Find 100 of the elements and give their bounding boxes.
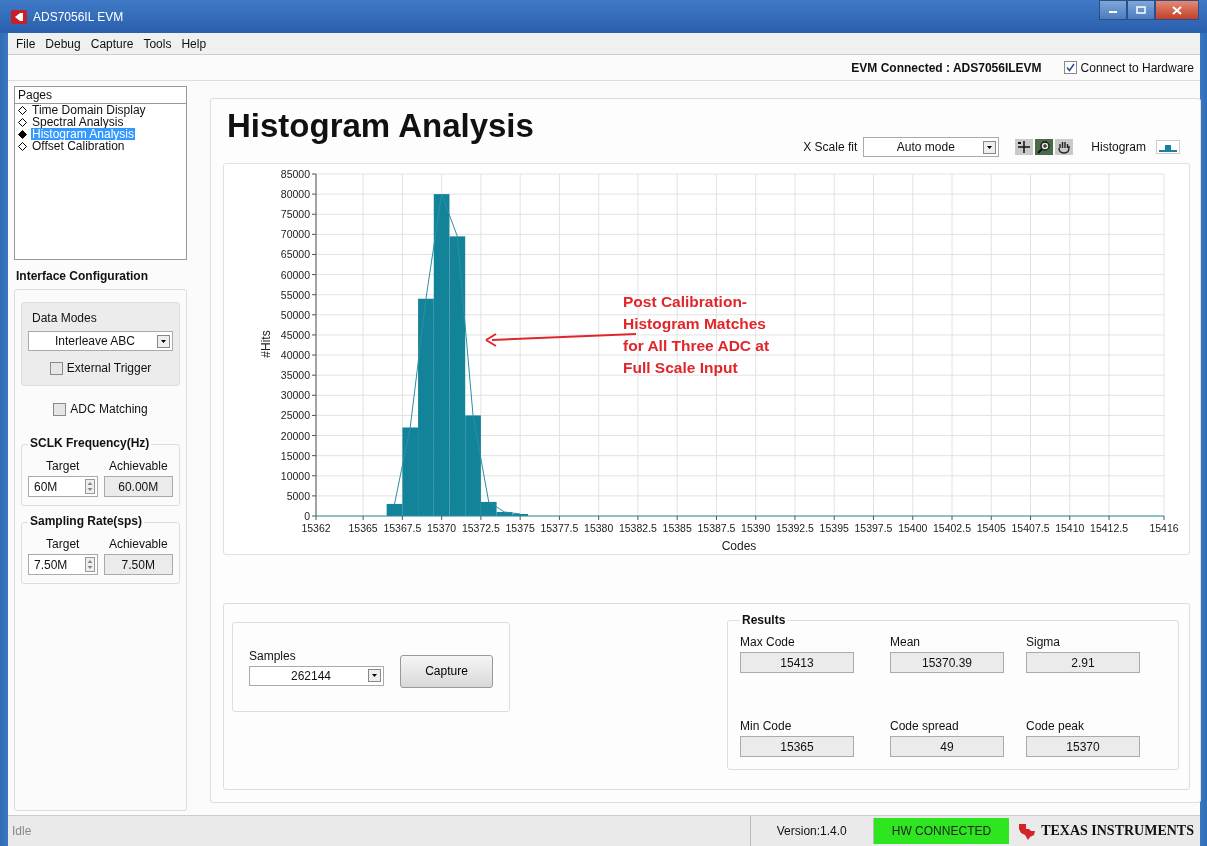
zoom-icon[interactable] xyxy=(1035,139,1054,155)
target-spinbox[interactable]: 60M xyxy=(28,476,98,497)
achievable-field: 60.00M xyxy=(103,476,173,497)
minimize-button[interactable] xyxy=(1099,0,1127,20)
group-title: Results xyxy=(740,613,788,627)
tick-label: 15387.5 xyxy=(697,522,736,534)
result-field: 15370.39 xyxy=(890,652,1004,673)
list-header: Pages xyxy=(15,87,186,104)
tick-label: 15416 xyxy=(1149,522,1179,534)
tick-label: 85000 xyxy=(280,168,310,180)
result-field: 15370 xyxy=(1026,736,1140,757)
close-icon xyxy=(1172,5,1182,15)
checkbox[interactable] xyxy=(49,361,63,375)
tick-label: 15365 xyxy=(348,522,378,534)
tick-label: 0 xyxy=(304,510,310,522)
page-title: Histogram Analysis xyxy=(227,107,534,145)
adc-matching-checkbox[interactable]: ADC Matching xyxy=(53,402,148,416)
capture-button[interactable]: Capture xyxy=(400,654,493,688)
x-scale-dropdown[interactable]: Auto mode xyxy=(863,137,1000,157)
tick-label: 55000 xyxy=(280,288,310,301)
axis-title: #Hits xyxy=(259,330,273,358)
tick-label: 15377.5 xyxy=(540,522,579,534)
field-label: X Scale fit xyxy=(803,140,858,154)
field-label: Sigma xyxy=(1026,635,1061,649)
group-title: SCLK Frequency(Hz) xyxy=(28,436,152,450)
tick-label: 15362 xyxy=(301,522,331,534)
field-label: Achievable xyxy=(107,537,169,551)
field-label: Code spread xyxy=(890,719,960,733)
version-text: Version:1.4.0 xyxy=(749,816,873,846)
result-field: 2.91 xyxy=(1026,652,1140,673)
field-label: Code peak xyxy=(1026,719,1086,733)
checkbox[interactable] xyxy=(1063,61,1077,74)
tick-label: 5000 xyxy=(286,489,310,502)
tick-label: 15407.5 xyxy=(1011,522,1050,534)
field-label: Target xyxy=(45,459,81,473)
tick-label: 15397.5 xyxy=(854,522,893,534)
tick-label: 15367.5 xyxy=(383,522,422,534)
tick-label: 15372.5 xyxy=(461,522,500,534)
menu-item[interactable]: Tools xyxy=(138,34,177,53)
app-icon xyxy=(11,9,27,24)
brand-name: TEXAS INSTRUMENTS xyxy=(1041,823,1194,839)
result-field: 15413 xyxy=(740,652,854,673)
maximize-icon xyxy=(1136,6,1146,14)
samples-dropdown[interactable]: 262144 xyxy=(249,665,384,686)
field-label: Mean xyxy=(890,635,922,649)
field-label: Min Code xyxy=(740,719,793,733)
section-title: Interface Configuration xyxy=(16,269,149,283)
tick-label: 15400 xyxy=(898,522,928,534)
checkbox[interactable] xyxy=(53,402,67,416)
page-item[interactable]: Time Domain Display xyxy=(15,104,186,116)
logo-icon xyxy=(1017,821,1038,841)
tick-label: 15395 xyxy=(819,522,849,534)
menu-item[interactable]: Help xyxy=(176,34,212,53)
maximize-button[interactable] xyxy=(1127,0,1155,20)
tick-label: 70000 xyxy=(280,228,310,241)
external-trigger-checkbox[interactable]: External Trigger xyxy=(49,361,152,375)
field-label: Target xyxy=(45,537,81,551)
tick-label: 15410 xyxy=(1055,522,1085,534)
field-label: Max Code xyxy=(740,635,796,649)
tick-label: 15392.5 xyxy=(776,522,814,534)
legend-label: Histogram xyxy=(1091,140,1146,154)
histogram-legend-icon xyxy=(1156,140,1180,154)
target-spinbox[interactable]: 7.50M xyxy=(28,554,98,575)
annotation-text: Post Calibration- Histogram Matches for All Three ADC at Full Scale Input xyxy=(623,292,770,378)
tick-label: 15382.5 xyxy=(618,522,657,534)
connect-checkbox[interactable]: Connect to Hardware xyxy=(1063,60,1194,75)
status-text: Idle xyxy=(11,824,33,838)
connection-status: EVM Connected : ADS7056ILEVM xyxy=(851,60,1042,75)
data-modes-dropdown[interactable]: Interleave ABC xyxy=(28,331,173,351)
tick-label: 15370 xyxy=(427,522,457,534)
cursor-icon[interactable] xyxy=(1015,139,1034,155)
hand-icon[interactable] xyxy=(1055,139,1074,155)
tick-label: 25000 xyxy=(280,409,310,422)
tick-label: 15390 xyxy=(741,522,771,534)
menu-item[interactable]: File xyxy=(11,34,41,53)
menu-item[interactable]: Debug xyxy=(40,34,86,53)
spinner-arrows-icon xyxy=(84,557,95,572)
group-title: Sampling Rate(sps) xyxy=(28,514,145,528)
tick-label: 80000 xyxy=(280,188,310,201)
tick-label: 75000 xyxy=(280,208,310,221)
menu-item[interactable]: Capture xyxy=(85,34,139,53)
tick-label: 15000 xyxy=(280,449,310,462)
tick-label: 65000 xyxy=(280,248,310,261)
field-label: Samples xyxy=(249,648,297,663)
tick-label: 50000 xyxy=(280,308,310,321)
tick-label: 15385 xyxy=(662,522,692,534)
tick-label: 15380 xyxy=(584,522,614,534)
field-label: Data Modes xyxy=(31,311,98,325)
result-field: 49 xyxy=(890,736,1004,757)
page-item[interactable]: Spectral Analysis xyxy=(15,116,186,128)
window-title: ADS7056IL EVM xyxy=(33,9,124,24)
field-label: Achievable xyxy=(107,459,169,473)
tick-label: 20000 xyxy=(280,429,310,442)
close-button[interactable] xyxy=(1155,0,1199,20)
tick-label: 15412.5 xyxy=(1090,522,1128,534)
axis-title: Codes xyxy=(721,539,757,553)
tick-label: 40000 xyxy=(280,349,310,362)
page-item[interactable]: Offset Calibration xyxy=(15,140,186,152)
tick-label: 45000 xyxy=(280,328,310,341)
tick-label: 15405 xyxy=(976,522,1006,534)
